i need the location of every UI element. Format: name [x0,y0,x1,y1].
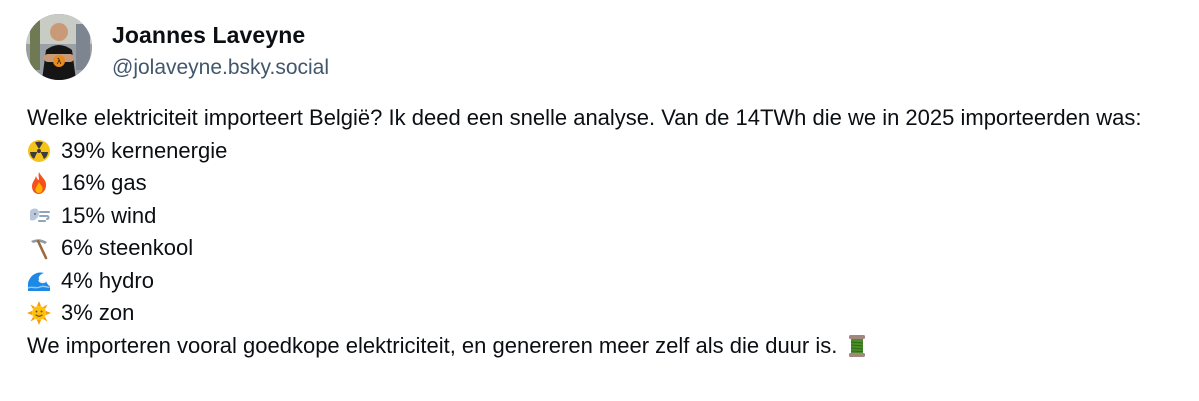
list-item-text: 4% hydro [61,267,154,293]
post-card: λ Joannes Laveyne @jolaveyne.bsky.social… [0,0,1199,401]
list-item: 6% steenkool [27,232,1177,265]
list-item: 4% hydro [27,265,1177,298]
fire-icon [27,171,51,195]
post-body: Welke elektriciteit importeert België? I… [27,102,1177,362]
list-item: 15% wind [27,200,1177,233]
list-item-text: 3% zon [61,300,135,325]
list-item-text: 6% steenkool [61,235,194,260]
radioactive-icon [27,139,51,163]
water-wave-icon [27,269,51,293]
author-handle[interactable]: @jolaveyne.bsky.social [112,53,329,83]
svg-text:λ: λ [57,57,62,66]
list-item: 3% zon [27,297,1177,330]
wind-face-icon [27,204,51,228]
author-display-name[interactable]: Joannes Laveyne [112,20,329,50]
list-item-text: 39% kernenergie [61,137,228,163]
post-outro: We importeren vooral goedkope elektricit… [27,332,838,358]
post-intro: Welke elektriciteit importeert België? I… [27,105,1142,130]
thread-spool-icon [845,334,869,358]
list-item: 39% kernenergie [27,135,1177,168]
avatar[interactable]: λ [26,14,92,80]
list-item: 16% gas [27,167,1177,200]
sun-with-face-icon [27,301,51,326]
list-item-text: 16% gas [61,170,147,195]
list-item-text: 15% wind [61,202,157,228]
pick-icon [27,236,51,260]
post-outro-line: We importeren vooral goedkope elektricit… [27,330,1177,363]
author-info: Joannes Laveyne @jolaveyne.bsky.social [112,20,329,83]
